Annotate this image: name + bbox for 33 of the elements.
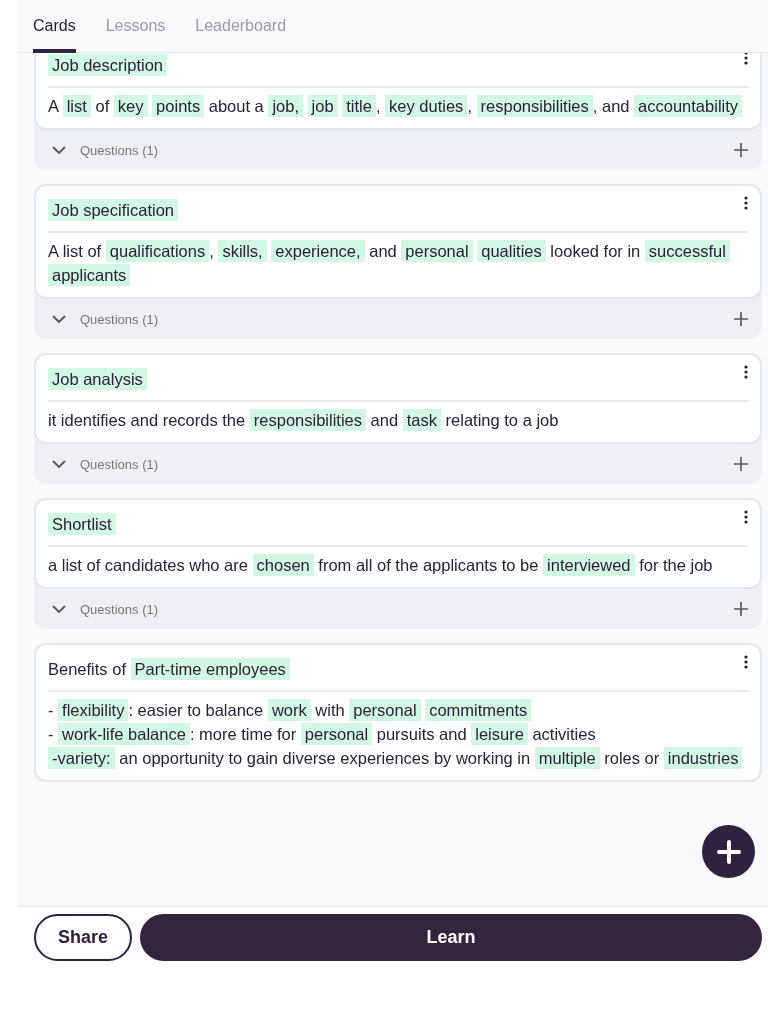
chevron-icon[interactable] — [52, 314, 66, 324]
card-back-text: - flexibility : easier to balance work with personal commitments - work-life balance : more time for personal pursuits and leisure activities -variety: an opportunity to gain diverse experiences by working in multiple roles or industries — [48, 698, 748, 770]
tab[interactable]: Lessons — [105, 17, 166, 53]
plus-icon — [716, 839, 741, 864]
card-back-text: it identifies and records the responsibilities and task relating to a job — [48, 408, 560, 432]
more-icon[interactable] — [744, 53, 748, 65]
card-front-text: Shortlist — [48, 512, 748, 536]
card-front-text: Benefits of Part-time employees — [48, 657, 748, 681]
questions-label[interactable]: Questions (1) — [80, 142, 720, 158]
questions-label[interactable]: Questions (1) — [80, 456, 720, 472]
tab[interactable]: Leaderboard — [195, 17, 287, 53]
more-icon[interactable] — [744, 510, 748, 524]
chevron-icon[interactable] — [52, 145, 66, 155]
questions-label[interactable]: Questions (1) — [80, 601, 720, 617]
card-front-text: Job specification — [48, 198, 748, 222]
card-front-text: Job analysis — [48, 367, 748, 391]
more-icon[interactable] — [744, 655, 748, 669]
add-button[interactable] — [702, 825, 755, 878]
questions-label[interactable]: Questions (1) — [80, 311, 720, 327]
share-button[interactable]: Share — [34, 913, 132, 961]
more-icon[interactable] — [744, 365, 748, 379]
card-back-text: A list of key points about a job, job title , key duties , responsibilities , and accountability — [48, 94, 748, 118]
chevron-icon[interactable] — [52, 604, 66, 614]
chevron-icon[interactable] — [52, 459, 66, 469]
more-icon[interactable] — [744, 196, 748, 210]
plus-icon[interactable] — [734, 143, 748, 157]
plus-icon[interactable] — [734, 602, 748, 616]
plus-icon[interactable] — [734, 457, 748, 471]
card-front-text: Job description — [48, 53, 748, 77]
card-back-text: A list of qualifications , skills, experience, and personal qualities looked for in successful applicants — [48, 239, 748, 287]
card-back-text: a list of candidates who are chosen from all of the applicants to be interviewed for the job — [48, 553, 714, 577]
learn-button[interactable]: Learn — [140, 913, 762, 961]
plus-icon[interactable] — [734, 312, 748, 326]
